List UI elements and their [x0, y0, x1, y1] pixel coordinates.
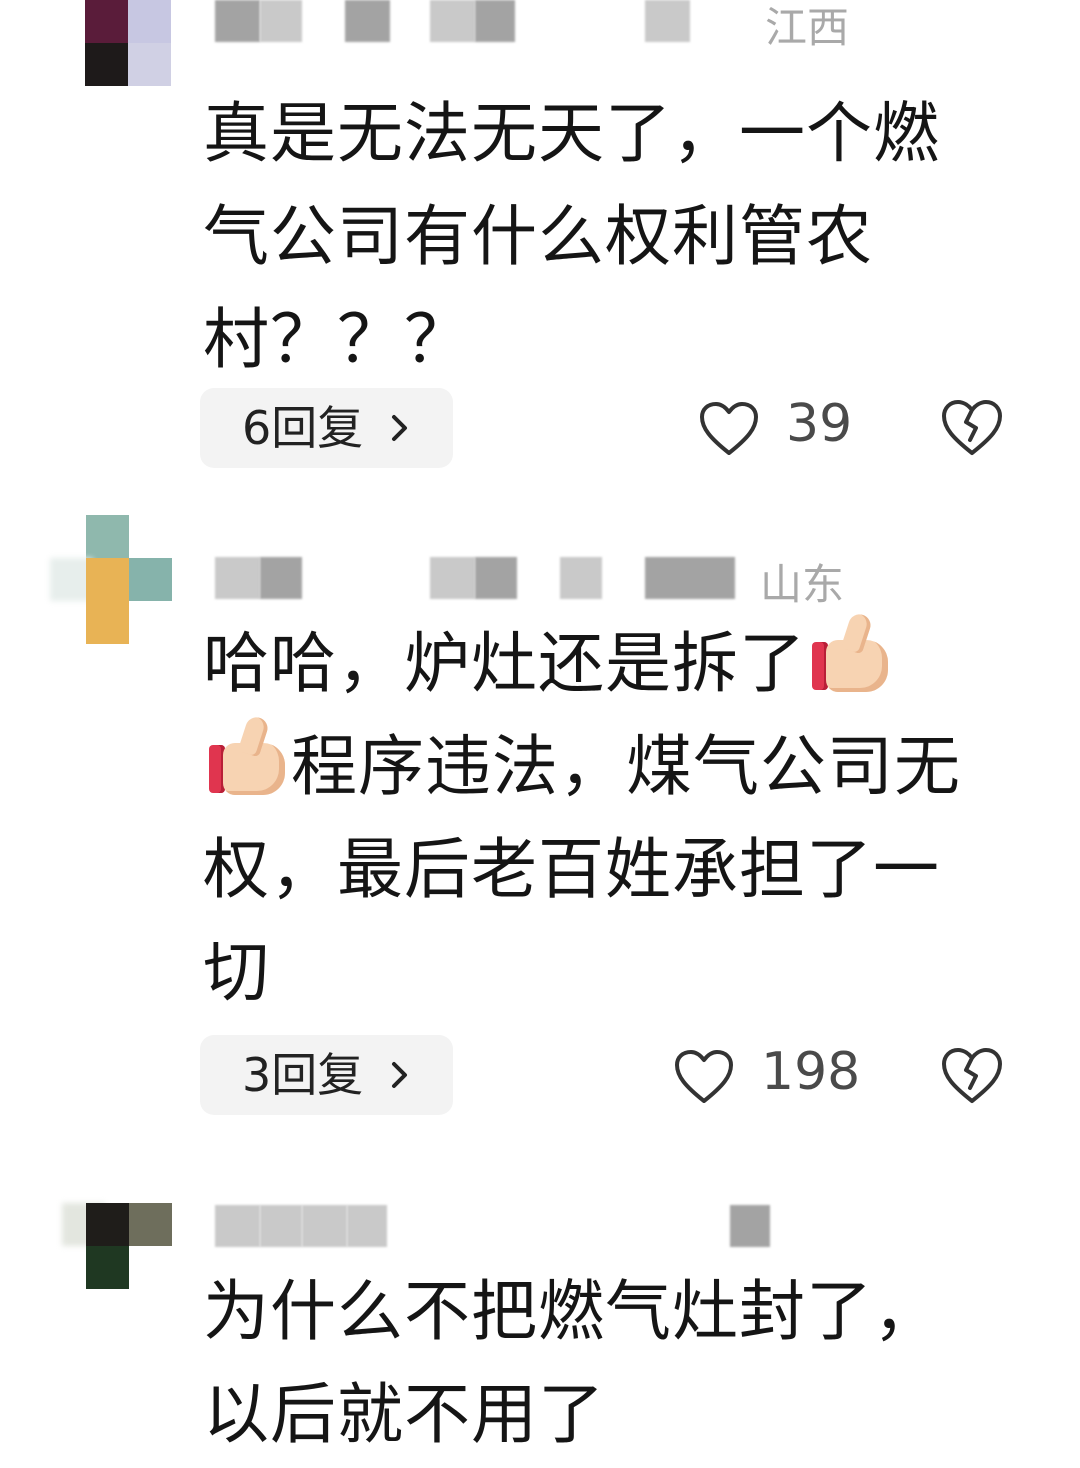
comment-text-segment: 哈哈，炉灶还是拆了: [203, 625, 806, 702]
comment-text-segment: 程序违法，煤气公司无: [291, 728, 961, 805]
avatar[interactable]: [62, 1203, 182, 1333]
heart-outline-icon: [675, 1050, 733, 1103]
thumbs-up-emoji: [808, 611, 892, 694]
comment-text-line: 村？？？: [203, 301, 471, 378]
thumbs-up-emoji: [205, 714, 289, 797]
avatar[interactable]: [60, 0, 180, 90]
comment-text-line: 权，最后老百姓承担了一: [203, 831, 940, 908]
comment-text-line: 为什么不把燃气灶封了，: [203, 1273, 940, 1350]
broken-heart-icon[interactable]: [940, 1046, 1004, 1106]
comment-text-line: 切: [203, 934, 270, 1011]
like-count: 39: [786, 394, 853, 454]
view-replies-button[interactable]: 6回复: [200, 388, 453, 468]
broken-heart-icon[interactable]: [940, 398, 1004, 458]
region-label: 江西: [765, 3, 850, 52]
comment-text-line: 气公司有什么权利管农: [203, 198, 873, 275]
replies-label: 6回复: [242, 401, 364, 455]
comment-text: 哈哈，炉灶还是拆了 程序违法，煤气公司无 权，最后老百姓承担了一 切: [203, 611, 1023, 1024]
like-count: 198: [761, 1042, 861, 1102]
like-button[interactable]: 39: [698, 390, 858, 470]
comment-text-line: 真是无法无天了，一个燃: [203, 95, 940, 172]
replies-label: 3回复: [242, 1048, 364, 1102]
comment-text: 真是无法无天了，一个燃 气公司有什么权利管农 村？？？: [203, 82, 1023, 391]
region-label: 山东: [760, 560, 845, 609]
chevron-right-icon: [392, 1062, 407, 1088]
like-button[interactable]: 198: [673, 1038, 861, 1118]
comment-text-line: 以后就不用了: [203, 1376, 605, 1453]
chevron-right-icon: [392, 415, 407, 441]
comment-text-line: 哈哈，炉灶还是拆了: [203, 611, 1023, 715]
comment-text: 为什么不把燃气灶封了， 以后就不用了: [203, 1260, 1023, 1466]
comment-text-line: 程序违法，煤气公司无: [203, 714, 1023, 818]
view-replies-button[interactable]: 3回复: [200, 1035, 453, 1115]
avatar[interactable]: [50, 515, 172, 645]
heart-outline-icon: [700, 402, 758, 455]
